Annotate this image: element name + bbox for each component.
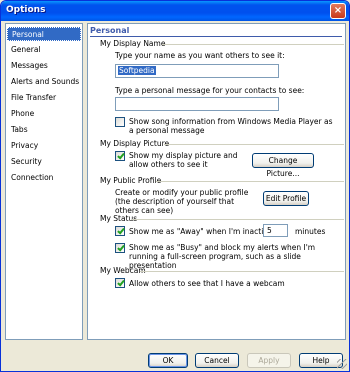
cancel-button[interactable]: Cancel (195, 353, 239, 368)
name-prompt: Type your name as you want others to see… (115, 51, 285, 60)
change-picture-button[interactable]: Change Picture... (252, 153, 314, 178)
personal-message-input[interactable] (115, 97, 279, 111)
sidebar-item-privacy[interactable]: Privacy (7, 139, 81, 153)
sidebar-item-phone[interactable]: Phone (7, 107, 81, 121)
song-info-label: Show song information from Windows Media… (129, 117, 333, 135)
section-divider (140, 271, 344, 272)
sidebar-item-file-transfer[interactable]: File Transfer (7, 91, 81, 105)
title-divider (90, 36, 342, 37)
title-bar[interactable]: Options × (1, 1, 349, 21)
webcam-checkbox[interactable] (115, 278, 125, 288)
show-picture-checkbox[interactable] (115, 151, 125, 161)
webcam-label: Allow others to see that I have a webcam (129, 279, 285, 288)
section-status: My Status (100, 214, 344, 224)
sidebar-item-connection[interactable]: Connection (7, 171, 81, 185)
panel-title: Personal (90, 26, 130, 35)
section-label: My Display Name (100, 39, 166, 48)
display-name-value: Softpedia (118, 66, 156, 75)
busy-checkbox[interactable] (115, 243, 125, 253)
away-minutes-input[interactable]: 5 (263, 224, 288, 237)
section-divider (162, 44, 344, 45)
section-divider (156, 181, 344, 182)
edit-profile-button[interactable]: Edit Profile (263, 191, 309, 206)
sidebar-item-personal[interactable]: Personal (7, 27, 81, 41)
ok-button[interactable]: OK (148, 353, 188, 368)
sidebar-item-general[interactable]: General (7, 43, 81, 57)
section-display-name: My Display Name (100, 39, 344, 49)
section-divider (164, 144, 344, 145)
close-icon: × (333, 5, 343, 16)
apply-button[interactable]: Apply (247, 353, 291, 368)
resize-grip[interactable] (337, 359, 347, 369)
section-label: My Webcam (100, 266, 146, 275)
section-webcam: My Webcam (100, 266, 344, 276)
section-label: My Display Picture (100, 139, 170, 148)
away-unit: minutes (295, 227, 326, 236)
away-label: Show me as "Away" when I'm inactive for (129, 227, 286, 236)
away-checkbox[interactable] (115, 226, 125, 236)
personal-panel: Personal My Display Name Type your name … (87, 23, 346, 340)
close-button[interactable]: × (330, 3, 346, 19)
sidebar-item-alerts-and-sounds[interactable]: Alerts and Sounds (7, 75, 81, 89)
section-display-picture: My Display Picture (100, 139, 344, 149)
section-divider (132, 219, 344, 220)
profile-description: Create or modify your public profile (th… (115, 188, 249, 215)
section-label: My Public Profile (100, 176, 162, 185)
sidebar-item-messages[interactable]: Messages (7, 59, 81, 73)
options-window: Options × Personal General Messages Aler… (0, 0, 350, 372)
song-info-checkbox[interactable] (115, 117, 125, 127)
message-prompt: Type a personal message for your contact… (115, 86, 305, 95)
sidebar-item-tabs[interactable]: Tabs (7, 123, 81, 137)
window-title: Options (6, 5, 46, 15)
show-picture-label: Show my display picture and allow others… (129, 151, 238, 169)
category-list: Personal General Messages Alerts and Sou… (5, 23, 83, 340)
section-public-profile: My Public Profile (100, 176, 344, 186)
sidebar-item-security[interactable]: Security (7, 155, 81, 169)
display-name-input[interactable]: Softpedia (115, 64, 279, 78)
